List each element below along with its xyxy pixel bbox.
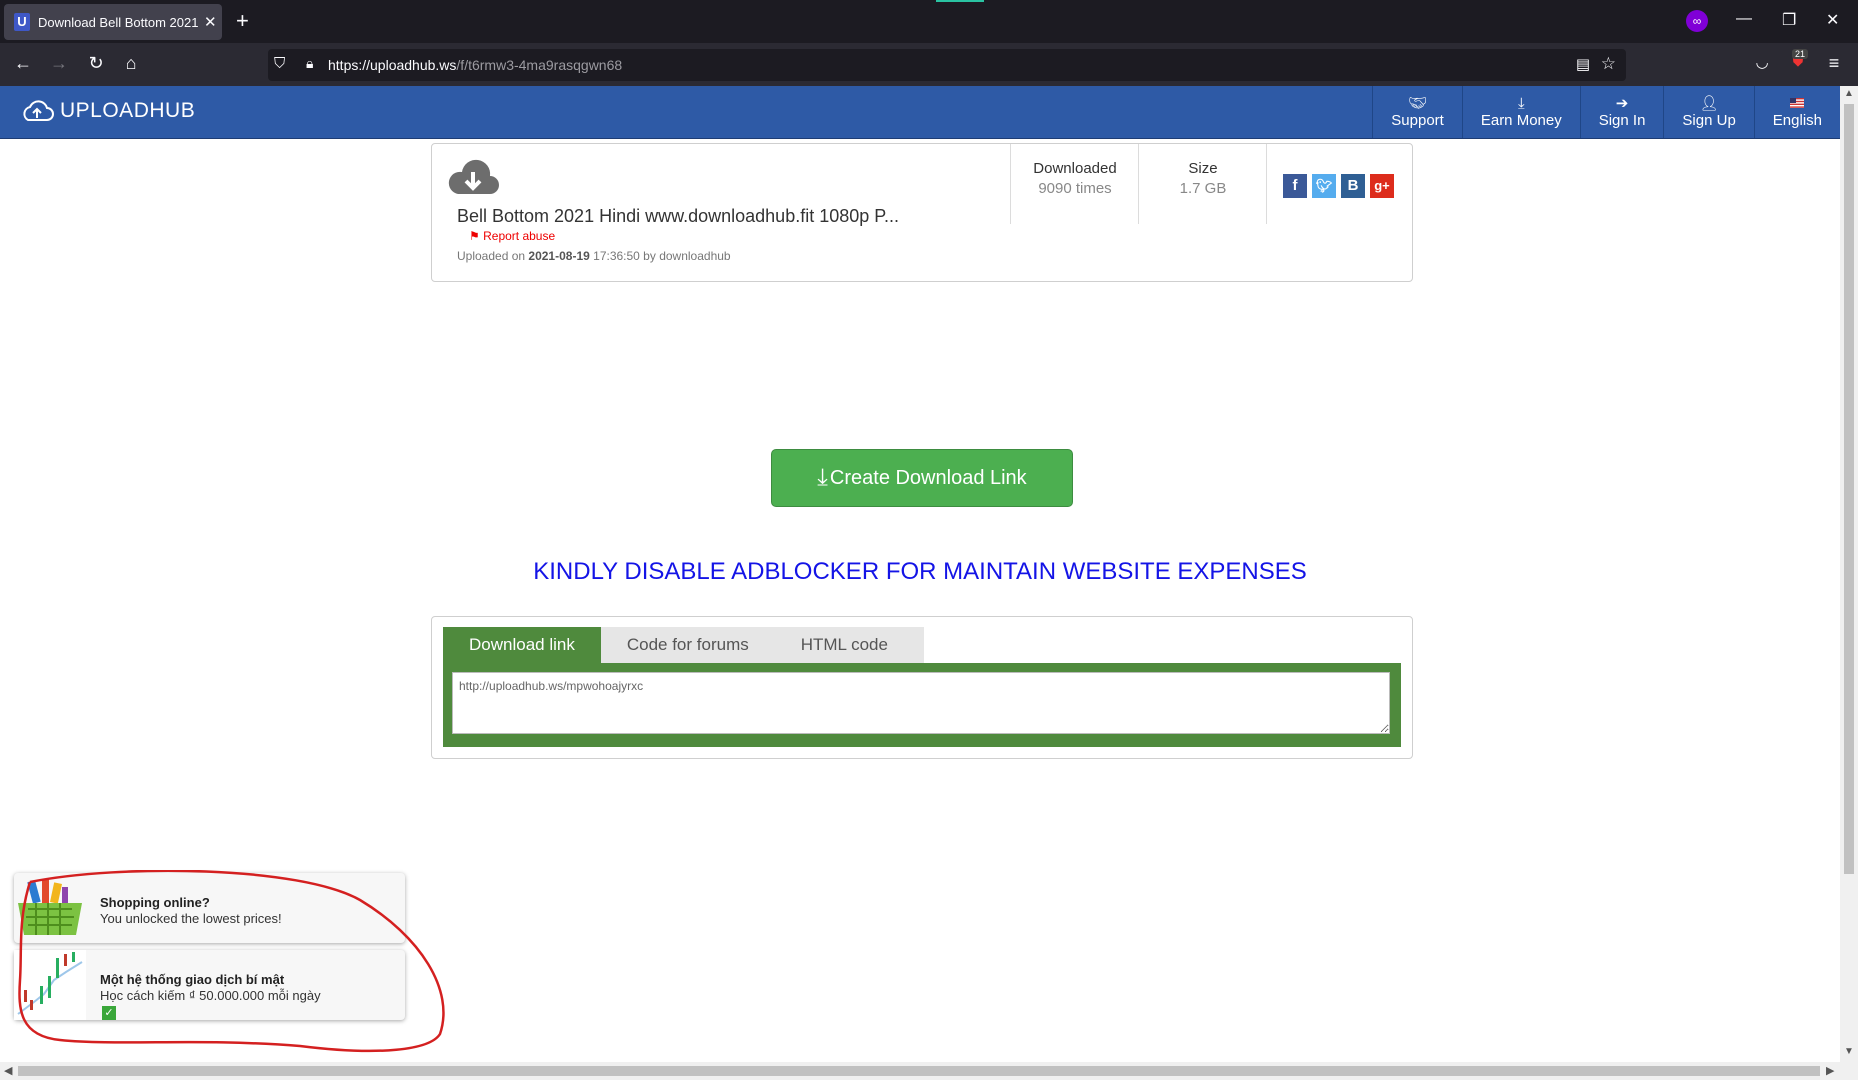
site-header: UPLOADHUB 🤝︎ Support ⤓ Earn Money ➔ Sign… [0,86,1840,139]
adblock-notice: KINDLY DISABLE ADBLOCKER FOR MAINTAIN WE… [533,558,1307,585]
file-info-card: Bell Bottom 2021 Hindi www.downloadhub.f… [431,143,1413,282]
nav-language[interactable]: English [1753,86,1840,138]
nav-sign-in[interactable]: ➔ Sign In [1579,86,1664,138]
site-favicon-icon: U [14,13,30,31]
download-icon: ⤓ [817,464,828,491]
scroll-right-icon[interactable]: ▶ [1826,1064,1834,1077]
sign-in-icon: ➔ [1615,94,1629,112]
vk-icon[interactable]: B [1341,174,1365,198]
bookmark-star-icon[interactable]: ☆ [1601,54,1616,74]
menu-icon[interactable]: ≡ [1822,53,1846,74]
back-icon[interactable]: ← [11,53,35,74]
browser-tab-bar: U Download Bell Bottom 2021 Hindi ✕ + ∞ … [0,0,1858,43]
tracking-shield-icon[interactable]: ⛉ [274,55,285,72]
address-bar[interactable]: ⛉ 🔒︎ https://uploadhub.ws/f/t6rmw3-4ma9r… [268,49,1626,81]
vertical-scroll-thumb[interactable] [1844,104,1854,874]
nav-sign-up[interactable]: 👤︎ Sign Up [1663,86,1753,138]
create-download-link-button[interactable]: ⤓ Create Download Link [771,449,1073,507]
nav-language-label: English [1772,111,1822,129]
browser-tab[interactable]: U Download Bell Bottom 2021 Hindi ✕ [4,4,222,40]
logo-text: UPLOADHUB [60,99,196,122]
lock-icon[interactable]: 🔒︎ [306,55,313,72]
restore-icon[interactable]: ❐ [1782,10,1796,30]
reload-icon[interactable]: ↻ [84,53,108,74]
scroll-up-icon[interactable]: ▲ [1844,88,1854,99]
file-name: Bell Bottom 2021 Hindi www.downloadhub.f… [457,206,899,226]
upload-info: Uploaded on 2021-08-19 17:36:50 by downl… [457,249,731,263]
header-nav: 🤝︎ Support ⤓ Earn Money ➔ Sign In 👤︎ Sig… [1372,86,1840,138]
size-value: 1.7 GB [1179,180,1227,197]
user-plus-icon: 👤︎ [1699,94,1719,112]
size-stat: Size 1.7 GB [1138,144,1267,224]
share-code-box: Download link Code for forums HTML code … [431,616,1413,759]
browser-nav-bar: ← → ↻ ⌂ ⛉ 🔒︎ https://uploadhub.ws/f/t6rm… [0,43,1858,86]
tab-html-code[interactable]: HTML code [774,627,924,663]
nav-earn-money-label: Earn Money [1480,111,1562,129]
nav-support[interactable]: 🤝︎ Support [1372,86,1462,138]
tab-code-for-forums[interactable]: Code for forums [600,627,775,663]
money-hand-icon: ⤓ [1517,94,1525,112]
tab-download-link[interactable]: Download link [443,627,601,663]
minimize-icon[interactable]: — [1736,10,1752,28]
code-tabs: Download link Code for forums HTML code [443,627,924,663]
vertical-scrollbar[interactable]: ▲ ▼ [1840,86,1858,1062]
downloaded-label: Downloaded [1033,160,1117,177]
reader-view-icon[interactable]: ▤ [1576,55,1590,73]
red-annotation-circle [18,870,445,1053]
upload-time-user: 17:36:50 by downloadhub [593,249,731,263]
horizontal-scrollbar[interactable]: ◀ ▶ [0,1062,1858,1080]
home-icon[interactable]: ⌂ [119,53,143,74]
tab-title: Download Bell Bottom 2021 Hindi [38,14,198,30]
cloud-upload-icon [23,100,54,121]
social-share: f 🐦︎ B g+ [1283,174,1394,198]
downloads-stat: Downloaded 9090 times [1010,144,1139,224]
private-browsing-icon: ∞ [1686,10,1708,32]
scroll-left-icon[interactable]: ◀ [4,1064,12,1077]
google-plus-icon[interactable]: g+ [1370,174,1394,198]
us-flag-icon [1790,96,1805,112]
pocket-icon[interactable]: ◡ [1750,53,1774,71]
close-window-icon[interactable]: ✕ [1826,10,1839,30]
nav-earn-money[interactable]: ⤓ Earn Money [1461,86,1580,138]
cloud-download-icon [448,159,499,194]
create-download-link-label: Create Download Link [829,466,1027,489]
link-panel: http://uploadhub.ws/mpwohoajyrxc [443,663,1401,747]
nav-sign-in-label: Sign In [1598,111,1646,129]
report-abuse-link[interactable]: ⚑ Report abuse [469,229,555,243]
flag-icon: ⚑ [469,229,480,243]
nav-sign-up-label: Sign Up [1682,111,1736,129]
new-tab-icon[interactable]: + [236,8,249,34]
download-link-textarea[interactable]: http://uploadhub.ws/mpwohoajyrxc [452,672,1390,734]
twitter-icon[interactable]: 🐦︎ [1312,174,1336,198]
downloaded-value: 9090 times [1038,180,1112,197]
size-label: Size [1188,160,1218,177]
forward-icon[interactable]: → [47,53,71,74]
extension-badge: 21 [1792,49,1809,59]
close-tab-icon[interactable]: ✕ [204,13,217,31]
horizontal-scroll-thumb[interactable] [18,1066,1820,1076]
url-text[interactable]: https://uploadhub.ws/f/t6rmw3-4ma9rasqgw… [328,57,622,73]
upload-prefix: Uploaded on [457,249,526,263]
scroll-down-icon[interactable]: ▼ [1844,1046,1854,1057]
site-logo[interactable]: UPLOADHUB [20,99,195,123]
upload-date: 2021-08-19 [528,249,590,263]
report-abuse-label: Report abuse [483,229,556,243]
handshake-icon: 🤝︎ [1408,94,1428,112]
social-divider [1266,144,1267,224]
facebook-icon[interactable]: f [1283,174,1307,198]
tab-indicator [936,0,984,2]
nav-support-label: Support [1391,111,1444,129]
